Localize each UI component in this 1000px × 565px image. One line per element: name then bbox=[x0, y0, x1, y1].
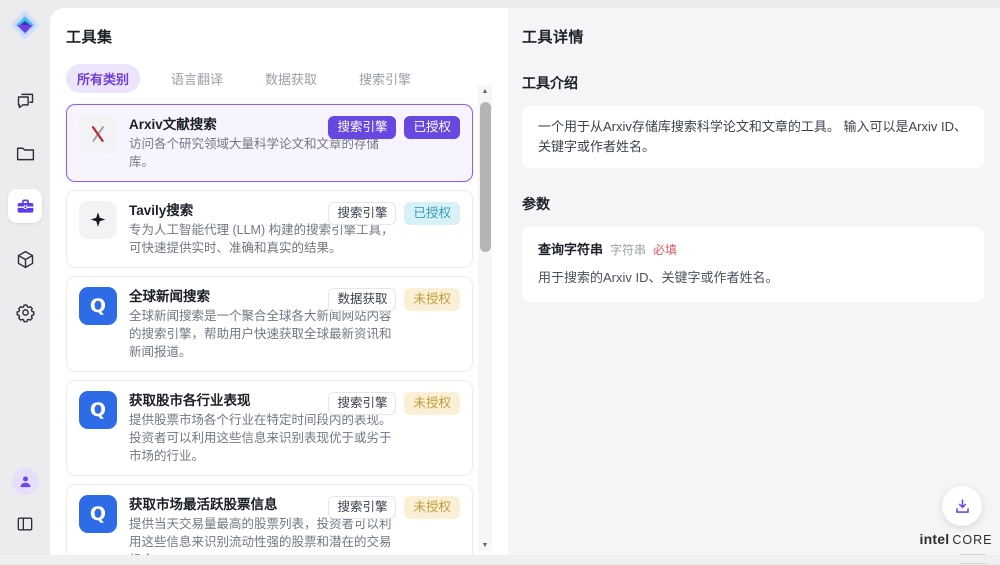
window-bottom-strip bbox=[0, 555, 1000, 563]
intro-text-box: 一个用于从Arxiv存储库搜索科学论文和文章的工具。 输入可以是Arxiv ID… bbox=[522, 106, 984, 168]
q-search-icon: Q bbox=[79, 391, 117, 429]
tool-detail-panel: 工具详情 工具介绍 一个用于从Arxiv存储库搜索科学论文和文章的工具。 输入可… bbox=[508, 8, 1000, 555]
tool-card-tavily[interactable]: Tavily搜索 专为人工智能代理 (LLM) 构建的搜索引擎工具，可快速提供实… bbox=[66, 190, 473, 268]
download-icon bbox=[953, 497, 972, 516]
app-logo-icon[interactable] bbox=[9, 9, 41, 41]
scrollbar-down-arrow-icon[interactable]: ▼ bbox=[478, 539, 492, 551]
param-required-badge: 必填 bbox=[653, 240, 677, 260]
rail-bottom bbox=[8, 468, 42, 541]
category-tabs: 所有类别 语言翻译 数据获取 搜索引擎 bbox=[66, 64, 508, 93]
category-badge: 数据获取 bbox=[328, 288, 396, 311]
package-icon bbox=[15, 249, 36, 270]
tool-description: 访问各个研究领域大量科学论文和文章的存储库。 bbox=[129, 135, 401, 171]
user-avatar[interactable] bbox=[12, 468, 39, 495]
auth-status-badge: 未授权 bbox=[404, 392, 460, 415]
sidebar-item-chat[interactable] bbox=[8, 83, 42, 117]
auth-status-badge: 未授权 bbox=[404, 288, 460, 311]
collapse-panel-button[interactable] bbox=[8, 507, 42, 541]
tab-search-engine[interactable]: 搜索引擎 bbox=[348, 64, 422, 93]
tool-card-arxiv[interactable]: Arxiv文献搜索 访问各个研究领域大量科学论文和文章的存储库。 搜索引擎 已授… bbox=[66, 104, 473, 182]
tool-description: 专为人工智能代理 (LLM) 构建的搜索引擎工具，可快速提供实时、准确和真实的结… bbox=[129, 221, 401, 257]
category-badge: 搜索引擎 bbox=[328, 392, 396, 415]
app-window: 工具集 所有类别 语言翻译 数据获取 搜索引擎 A bbox=[0, 0, 1000, 563]
sidebar-item-tools[interactable] bbox=[8, 189, 42, 223]
param-type: 字符串 bbox=[610, 240, 646, 260]
auth-status-badge: 已授权 bbox=[404, 202, 460, 225]
category-badge: 搜索引擎 bbox=[328, 202, 396, 225]
intro-heading: 工具介绍 bbox=[522, 73, 984, 93]
icon-rail bbox=[0, 0, 50, 555]
category-badge: 搜索引擎 bbox=[328, 496, 396, 519]
folder-icon bbox=[15, 143, 36, 164]
sidebar-item-files[interactable] bbox=[8, 136, 42, 170]
gear-icon bbox=[15, 302, 36, 323]
auth-status-badge: 已授权 bbox=[404, 116, 460, 139]
tool-card-active-stocks[interactable]: Q 获取市场最活跃股票信息 提供当天交易量最高的股票列表，投资者可以利用这些信息… bbox=[66, 484, 473, 555]
tab-language-translation[interactable]: 语言翻译 bbox=[160, 64, 234, 93]
params-heading: 参数 bbox=[522, 194, 984, 214]
param-description: 用于搜索的Arxiv ID、关键字或作者姓名。 bbox=[538, 268, 968, 287]
category-badge: 搜索引擎 bbox=[328, 116, 396, 139]
detail-title: 工具详情 bbox=[522, 26, 984, 47]
list-scrollbar[interactable]: ▲ ▼ bbox=[478, 85, 492, 551]
tab-all-categories[interactable]: 所有类别 bbox=[66, 64, 140, 93]
tool-description: 提供当天交易量最高的股票列表，投资者可以利用这些信息来识别流动性强的股票和潜在的… bbox=[129, 515, 401, 555]
auth-status-badge: 未授权 bbox=[404, 496, 460, 519]
arxiv-icon bbox=[79, 115, 117, 153]
q-search-icon: Q bbox=[79, 495, 117, 533]
rail-nav bbox=[8, 83, 42, 329]
q-search-icon: Q bbox=[79, 287, 117, 325]
scrollbar-thumb[interactable] bbox=[480, 102, 491, 252]
parameter-box: 查询字符串 字符串 必填 用于搜索的Arxiv ID、关键字或作者姓名。 bbox=[522, 227, 984, 302]
brand-intel-text: intel bbox=[920, 531, 950, 547]
toolbox-icon bbox=[15, 196, 36, 217]
layout-sidebar-icon bbox=[15, 514, 35, 534]
tool-card-list: Arxiv文献搜索 访问各个研究领域大量科学论文和文章的存储库。 搜索引擎 已授… bbox=[66, 104, 473, 555]
scrollbar-up-arrow-icon[interactable]: ▲ bbox=[478, 85, 492, 97]
person-icon bbox=[18, 474, 33, 489]
tool-description: 提供股票市场各个行业在特定时间段内的表现。投资者可以利用这些信息来识别表现优于或… bbox=[129, 411, 401, 465]
page-title: 工具集 bbox=[66, 26, 508, 47]
sidebar-item-packages[interactable] bbox=[8, 242, 42, 276]
sidebar-item-settings[interactable] bbox=[8, 295, 42, 329]
download-button[interactable] bbox=[942, 486, 982, 526]
tool-description: 全球新闻搜索是一个聚合全球各大新闻网站内容的搜索引擎，帮助用户快速获取全球最新资… bbox=[129, 307, 401, 361]
brand-core-text: core bbox=[952, 533, 992, 547]
tool-card-stock-sectors[interactable]: Q 获取股市各行业表现 提供股票市场各个行业在特定时间段内的表现。投资者可以利用… bbox=[66, 380, 473, 476]
tool-card-global-news[interactable]: Q 全球新闻搜索 全球新闻搜索是一个聚合全球各大新闻网站内容的搜索引擎，帮助用户… bbox=[66, 276, 473, 372]
param-name: 查询字符串 bbox=[538, 240, 603, 260]
sparkle-icon bbox=[79, 201, 117, 239]
tab-data-fetching[interactable]: 数据获取 bbox=[254, 64, 328, 93]
tool-list-panel: 工具集 所有类别 语言翻译 数据获取 搜索引擎 A bbox=[50, 8, 508, 555]
chat-icon bbox=[15, 90, 36, 111]
